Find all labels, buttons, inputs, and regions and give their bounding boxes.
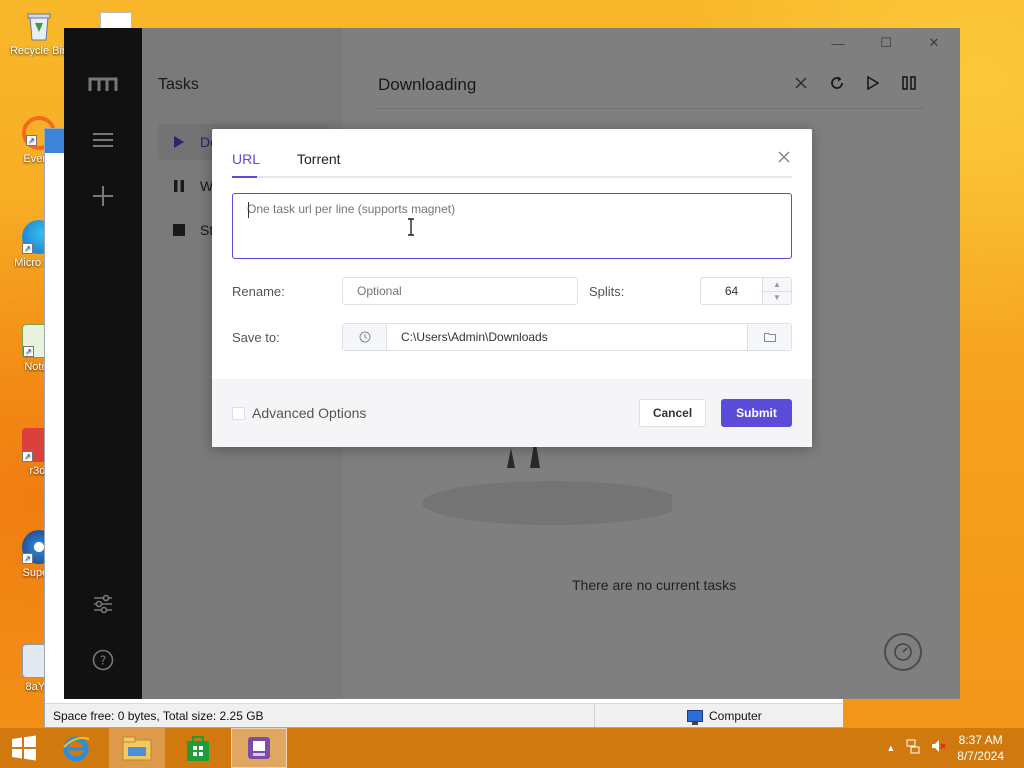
file-explorer-icon[interactable]	[109, 728, 165, 768]
checkbox-box[interactable]	[232, 406, 245, 420]
clock-time: 8:37 AM	[958, 733, 1003, 747]
motrix-taskbar-icon[interactable]	[231, 728, 287, 768]
clock[interactable]: 8:37 AM 8/7/2024	[957, 732, 1004, 764]
stepper-arrows: ▲ ▼	[763, 278, 791, 304]
advanced-options-label[interactable]: Advanced Options	[252, 405, 366, 421]
status-space-free: Space free: 0 bytes, Total size: 2.25 GB	[45, 704, 595, 727]
show-hidden-icons-icon[interactable]: ▲	[886, 743, 895, 753]
chevron-down-icon[interactable]: ▼	[763, 291, 791, 304]
chevron-up-icon[interactable]: ▲	[763, 278, 791, 292]
splits-label: Splits:	[589, 284, 625, 299]
tab-torrent[interactable]: Torrent	[297, 151, 341, 167]
save-to-label: Save to:	[232, 330, 280, 345]
dialog-footer: Advanced Options Cancel Submit	[212, 379, 812, 447]
rename-input[interactable]	[342, 277, 578, 305]
internet-explorer-icon[interactable]	[48, 728, 104, 768]
save-to-path[interactable]: C:\Users\Admin\Downloads	[387, 324, 747, 350]
active-tab-indicator	[232, 176, 257, 178]
shortcut-arrow-icon: ↗	[22, 243, 33, 254]
network-icon[interactable]	[905, 738, 921, 759]
windows-start-icon[interactable]	[0, 728, 48, 768]
url-input[interactable]	[232, 193, 792, 259]
shortcut-arrow-icon: ↗	[22, 553, 33, 564]
history-icon[interactable]	[343, 324, 387, 350]
taskbar: ▲ 8:37 AM 8/7/2024	[0, 728, 1024, 768]
status-computer-label: Computer	[709, 708, 762, 723]
store-icon[interactable]	[170, 728, 226, 768]
explorer-status-bar: Space free: 0 bytes, Total size: 2.25 GB…	[45, 703, 843, 727]
system-tray: ▲ 8:37 AM 8/7/2024	[886, 728, 1024, 768]
shortcut-arrow-icon: ↗	[23, 346, 34, 357]
rename-label: Rename:	[232, 284, 285, 299]
add-task-dialog: URL Torrent Rename: Splits: 64 ▲ ▼ Save …	[212, 129, 812, 447]
dialog-tabs: URL Torrent	[232, 129, 792, 178]
close-icon[interactable]	[776, 149, 792, 165]
text-caret	[248, 202, 249, 218]
desktop-icon-recycle-bin[interactable]: Recycle Bin	[8, 8, 70, 57]
cancel-button[interactable]: Cancel	[639, 399, 706, 427]
status-computer: Computer	[687, 708, 762, 725]
shortcut-arrow-icon: ↗	[26, 135, 37, 146]
text-cursor-icon	[408, 218, 414, 236]
splits-stepper[interactable]: 64 ▲ ▼	[700, 277, 792, 305]
recycle-bin-icon	[22, 8, 56, 42]
save-to-field[interactable]: C:\Users\Admin\Downloads	[342, 323, 792, 351]
submit-button[interactable]: Submit	[721, 399, 792, 427]
tab-url[interactable]: URL	[232, 151, 260, 167]
computer-icon	[687, 709, 703, 725]
advanced-options-checkbox[interactable]: Advanced Options	[232, 405, 366, 421]
volume-muted-icon[interactable]	[931, 738, 947, 759]
folder-icon[interactable]	[747, 324, 791, 350]
shortcut-arrow-icon: ↗	[22, 451, 33, 462]
splits-value[interactable]: 64	[701, 278, 763, 304]
clock-date: 8/7/2024	[957, 749, 1004, 763]
